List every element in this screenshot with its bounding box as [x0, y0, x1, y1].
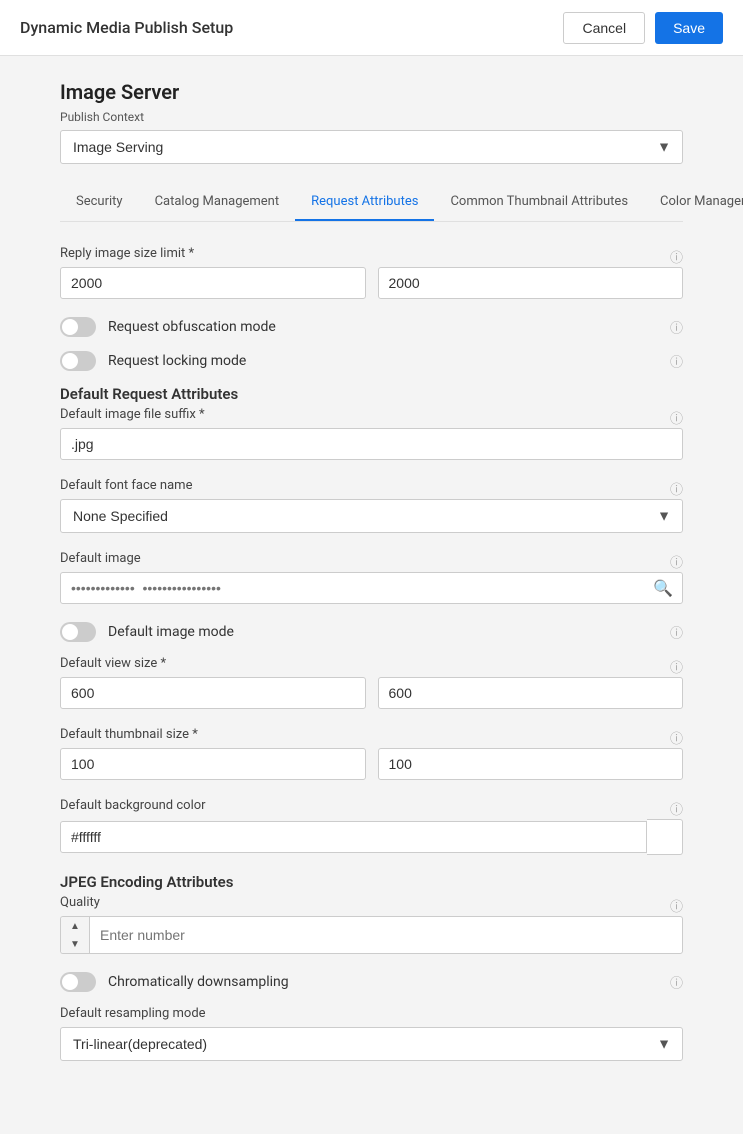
default-font-face-field: Default font face name ⓘ None Specified …: [60, 478, 683, 533]
page-content: Image Server Publish Context Image Servi…: [0, 56, 743, 1103]
bg-color-input[interactable]: [60, 821, 647, 853]
default-resampling-mode-select[interactable]: Tri-linear(deprecated) Bicubic Bilinear …: [60, 1027, 683, 1061]
default-image-suffix-input[interactable]: [60, 428, 683, 460]
chromatically-downsampling-label: Chromatically downsampling: [108, 974, 289, 990]
view-size-info-icon: ⓘ: [670, 657, 683, 676]
request-obfuscation-label: Request obfuscation mode: [108, 319, 276, 335]
jpeg-encoding-title: JPEG Encoding Attributes: [60, 873, 683, 891]
suffix-info-icon: ⓘ: [670, 408, 683, 427]
bg-color-row: [60, 819, 683, 855]
tabs-bar: Security Catalog Management Request Attr…: [60, 184, 683, 222]
quality-input[interactable]: [89, 916, 683, 954]
quality-input-wrapper: ▲ ▼: [60, 916, 683, 954]
quality-decrement-button[interactable]: ▼: [61, 935, 89, 953]
request-locking-toggle[interactable]: [60, 351, 96, 371]
default-view-size-label: Default view size *: [60, 656, 166, 671]
default-bg-color-label: Default background color: [60, 798, 206, 813]
default-thumbnail-size-input-1[interactable]: [60, 748, 366, 780]
downsampling-info-icon: ⓘ: [670, 973, 683, 992]
default-image-input-wrapper: 🔍: [60, 572, 683, 604]
publish-context-label: Publish Context: [60, 110, 683, 124]
default-image-suffix-field: Default image file suffix * ⓘ: [60, 407, 683, 460]
default-image-input[interactable]: [60, 572, 683, 604]
tab-common-thumbnail[interactable]: Common Thumbnail Attributes: [434, 184, 644, 221]
tab-request-attributes[interactable]: Request Attributes: [295, 184, 434, 221]
obfuscation-info-icon: ⓘ: [670, 318, 683, 337]
quality-stepper[interactable]: ▲ ▼: [60, 916, 89, 954]
default-view-size-input-2[interactable]: [378, 677, 684, 709]
default-thumbnail-size-field: Default thumbnail size * ⓘ: [60, 727, 683, 780]
save-button[interactable]: Save: [655, 12, 723, 44]
cancel-button[interactable]: Cancel: [563, 12, 645, 44]
page-title: Dynamic Media Publish Setup: [20, 18, 233, 37]
image-mode-info-icon: ⓘ: [670, 623, 683, 642]
default-image-mode-toggle[interactable]: [60, 622, 96, 642]
default-thumbnail-size-label: Default thumbnail size *: [60, 727, 198, 742]
quality-increment-button[interactable]: ▲: [61, 917, 89, 935]
top-bar: Dynamic Media Publish Setup Cancel Save: [0, 0, 743, 56]
request-locking-row: Request locking mode ⓘ: [60, 351, 683, 371]
bg-color-info-icon: ⓘ: [670, 799, 683, 818]
default-image-mode-row: Default image mode ⓘ: [60, 622, 683, 642]
top-bar-actions: Cancel Save: [563, 12, 723, 44]
chromatically-downsampling-toggle[interactable]: [60, 972, 96, 992]
tab-catalog-management[interactable]: Catalog Management: [139, 184, 296, 221]
reply-image-size-label: Reply image size limit *: [60, 246, 194, 261]
default-image-mode-label: Default image mode: [108, 624, 234, 640]
default-image-label: Default image: [60, 551, 141, 566]
reply-size-input-2[interactable]: [378, 267, 684, 299]
default-request-attributes-title: Default Request Attributes: [60, 385, 683, 403]
chromatically-downsampling-row: Chromatically downsampling ⓘ: [60, 972, 683, 992]
quality-label: Quality: [60, 895, 100, 910]
default-view-size-field: Default view size * ⓘ: [60, 656, 683, 709]
default-bg-color-field: Default background color ⓘ: [60, 798, 683, 855]
publish-context-wrapper: Image Serving Test Image Serving ▼: [60, 130, 683, 164]
font-face-info-icon: ⓘ: [670, 479, 683, 498]
bg-color-swatch[interactable]: [647, 819, 683, 855]
quality-info-icon: ⓘ: [670, 896, 683, 915]
default-font-face-select[interactable]: None Specified: [60, 499, 683, 533]
default-image-suffix-label: Default image file suffix *: [60, 407, 205, 422]
default-resampling-mode-field: Default resampling mode Tri-linear(depre…: [60, 1006, 683, 1061]
section-title: Image Server: [60, 80, 683, 104]
reply-image-size-limit-field: Reply image size limit * ⓘ: [60, 246, 683, 299]
default-resampling-mode-label: Default resampling mode: [60, 1006, 206, 1021]
request-obfuscation-toggle[interactable]: [60, 317, 96, 337]
default-thumbnail-size-input-2[interactable]: [378, 748, 684, 780]
quality-field: Quality ⓘ ▲ ▼: [60, 895, 683, 954]
reply-size-input-1[interactable]: [60, 267, 366, 299]
publish-context-select[interactable]: Image Serving Test Image Serving: [60, 130, 683, 164]
default-image-info-icon: ⓘ: [670, 552, 683, 571]
tab-color-management[interactable]: Color Management Attributes: [644, 184, 743, 221]
request-obfuscation-row: Request obfuscation mode ⓘ: [60, 317, 683, 337]
default-view-size-input-1[interactable]: [60, 677, 366, 709]
request-locking-label: Request locking mode: [108, 353, 246, 369]
thumbnail-size-info-icon: ⓘ: [670, 728, 683, 747]
default-font-face-label: Default font face name: [60, 478, 192, 493]
tab-security[interactable]: Security: [60, 184, 139, 221]
reply-size-info-icon: ⓘ: [670, 247, 683, 266]
default-image-field: Default image ⓘ 🔍: [60, 551, 683, 604]
image-search-icon[interactable]: 🔍: [653, 579, 673, 598]
locking-info-icon: ⓘ: [670, 352, 683, 371]
